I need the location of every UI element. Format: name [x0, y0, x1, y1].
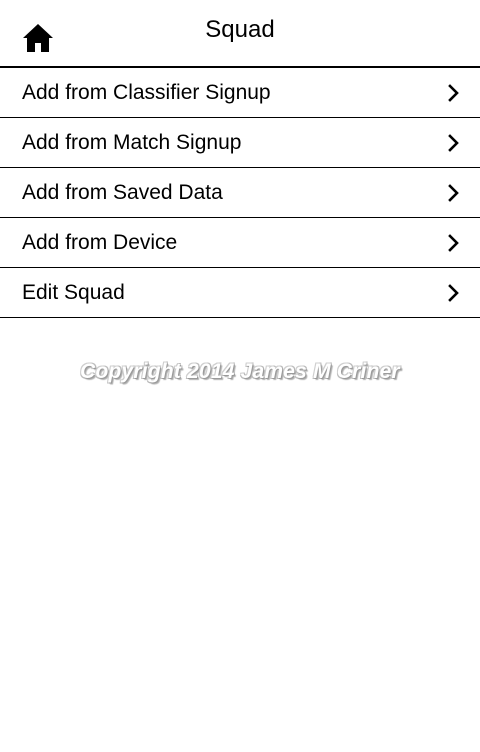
chevron-right-icon: [448, 83, 459, 102]
chevron-right-icon: [448, 233, 459, 252]
chevron-right-icon: [448, 133, 459, 152]
menu-item-label: Add from Saved Data: [22, 180, 223, 204]
menu-item-label: Edit Squad: [22, 280, 125, 304]
header-bar: Squad: [0, 0, 480, 68]
chevron-right-icon: [448, 183, 459, 202]
squad-menu: Add from Classifier Signup Add from Matc…: [0, 68, 480, 318]
menu-item-label: Add from Match Signup: [22, 130, 242, 154]
menu-item-label: Add from Device: [22, 230, 178, 254]
page-title: Squad: [205, 16, 275, 43]
squad-screen: Squad Add from Classifier Signup Add fro…: [0, 0, 480, 752]
menu-item-add-from-classifier-signup[interactable]: Add from Classifier Signup: [0, 68, 480, 118]
chevron-right-icon: [448, 283, 459, 302]
menu-item-label: Add from Classifier Signup: [22, 80, 271, 104]
menu-item-add-from-match-signup[interactable]: Add from Match Signup: [0, 118, 480, 168]
menu-item-add-from-device[interactable]: Add from Device: [0, 218, 480, 268]
menu-item-edit-squad[interactable]: Edit Squad: [0, 268, 480, 318]
copyright-text: Copyright 2014 James M Criner: [80, 360, 400, 383]
menu-item-add-from-saved-data[interactable]: Add from Saved Data: [0, 168, 480, 218]
